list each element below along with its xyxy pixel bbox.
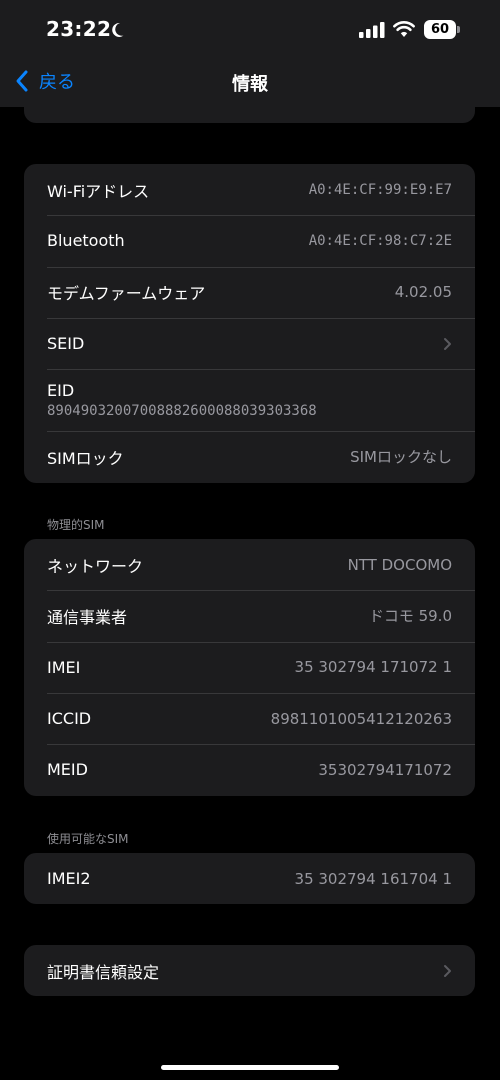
carrier-label: 通信事業者 [47,607,128,627]
status-time: 23:22 [46,17,112,41]
battery-icon: 60 [424,20,460,39]
meid-row[interactable]: MEID 35302794171072 [24,744,475,795]
bluetooth-value: A0:4E:CF:98:C7:2E [308,232,452,249]
network-row[interactable]: ネットワーク NTT DOCOMO [24,539,475,590]
certificate-group: 証明書信頼設定 [24,945,475,997]
battery-cap [457,26,460,33]
available-sim-header: 使用可能なSIM [47,832,129,846]
wifi-icon [393,21,415,37]
sim-lock-value: SIMロックなし [350,448,452,467]
wifi-address-value: A0:4E:CF:99:E9:E7 [308,181,452,198]
device-info-group: Wi-Fiアドレス A0:4E:CF:99:E9:E7 Bluetooth A0… [24,164,475,483]
moon-icon [112,22,124,37]
network-value: NTT DOCOMO [347,555,452,574]
modem-firmware-value: 4.02.05 [394,283,452,302]
available-sim-group: IMEI2 35 302794 161704 1 [24,853,475,905]
iccid-row[interactable]: ICCID 8981101005412120263 [24,692,475,744]
imei-row[interactable]: IMEI 35 302794 171072 1 [24,641,475,693]
wifi-address-label: Wi-Fiアドレス [47,181,150,201]
seid-row[interactable]: SEID [24,317,475,369]
eid-label: EID [47,381,75,401]
page-title: 情報 [232,74,268,95]
previous-group-card [24,107,475,123]
network-label: ネットワーク [47,556,144,576]
meid-value: 35302794171072 [318,760,452,779]
carrier-row[interactable]: 通信事業者 ドコモ 59.0 [24,590,475,641]
imei-value: 35 302794 171072 1 [294,658,452,677]
modem-firmware-row[interactable]: モデムファームウェア 4.02.05 [24,266,475,318]
bluetooth-label: Bluetooth [47,231,125,251]
imei-label: IMEI [47,657,81,677]
seid-label: SEID [47,334,85,354]
sim-lock-label: SIMロック [47,448,124,468]
iccid-label: ICCID [47,709,92,729]
modem-firmware-label: モデムファームウェア [47,284,206,304]
physical-sim-header: 物理的SIM [47,518,105,532]
imei2-label: IMEI2 [47,869,91,889]
imei2-row[interactable]: IMEI2 35 302794 161704 1 [24,853,475,904]
eid-value: 89049032007008882600088039303368 [47,403,317,420]
meid-label: MEID [47,760,88,780]
imei2-value: 35 302794 161704 1 [294,869,452,888]
status-bar: 23:22 60 [0,0,500,58]
certificate-trust-settings-label: 証明書信頼設定 [47,962,160,982]
sim-lock-row[interactable]: SIMロック SIMロックなし [24,431,475,482]
carrier-value: ドコモ 59.0 [368,607,452,626]
physical-sim-group: ネットワーク NTT DOCOMO 通信事業者 ドコモ 59.0 IMEI 35… [24,539,475,796]
iccid-value: 8981101005412120263 [270,709,452,728]
chevron-right-icon [444,337,451,350]
home-indicator[interactable] [161,1065,339,1070]
certificate-trust-settings-row[interactable]: 証明書信頼設定 [24,945,475,996]
chevron-right-icon [444,964,451,977]
battery-level: 60 [424,20,456,39]
navigation-bar: 戻る 情報 [0,58,500,107]
bluetooth-row[interactable]: Bluetooth A0:4E:CF:98:C7:2E [24,215,475,266]
eid-row[interactable]: EID 89049032007008882600088039303368 [24,369,475,431]
cellular-signal-icon [359,22,385,38]
wifi-address-row[interactable]: Wi-Fiアドレス A0:4E:CF:99:E9:E7 [24,164,475,215]
